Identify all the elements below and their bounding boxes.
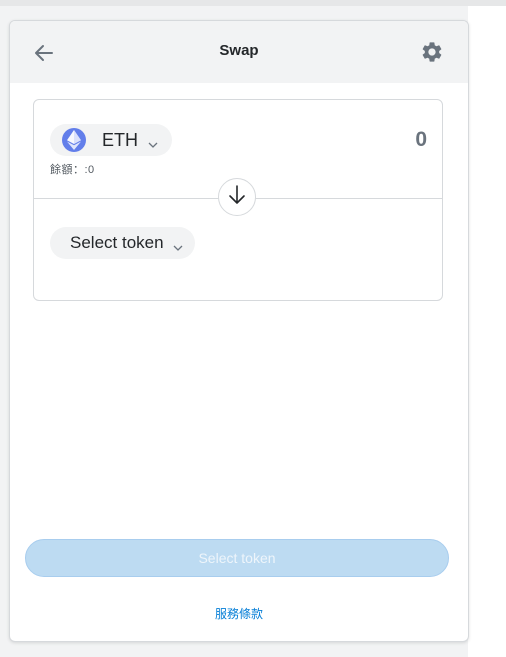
select-token-button[interactable]: Select token bbox=[25, 539, 449, 577]
from-token-dropdown[interactable]: ETH bbox=[50, 124, 172, 156]
chevron-down-icon bbox=[148, 136, 158, 148]
chevron-down-icon bbox=[173, 239, 183, 251]
switch-tokens-button[interactable] bbox=[218, 178, 256, 216]
from-token-symbol: ETH bbox=[102, 129, 138, 150]
header-bar: Swap bbox=[10, 21, 468, 83]
ethereum-icon bbox=[62, 128, 86, 152]
page-title: Swap bbox=[219, 42, 259, 59]
swap-form: ETH 餘額：:0 0 Select token bbox=[33, 99, 443, 301]
from-balance: 餘額：:0 bbox=[50, 164, 95, 176]
side-panel-background bbox=[468, 6, 506, 657]
swap-popup: Swap ETH 餘額：:0 0 Select token Select tok… bbox=[9, 20, 469, 642]
settings-button[interactable] bbox=[420, 40, 444, 64]
terms-of-service-link[interactable]: 服務條款 bbox=[10, 605, 468, 622]
to-token-dropdown[interactable]: Select token bbox=[50, 227, 195, 259]
browser-top-strip bbox=[0, 0, 506, 6]
gear-icon bbox=[420, 40, 444, 64]
from-amount-input[interactable]: 0 bbox=[415, 128, 427, 152]
arrow-down-icon bbox=[227, 184, 247, 211]
to-token-label: Select token bbox=[70, 233, 164, 252]
